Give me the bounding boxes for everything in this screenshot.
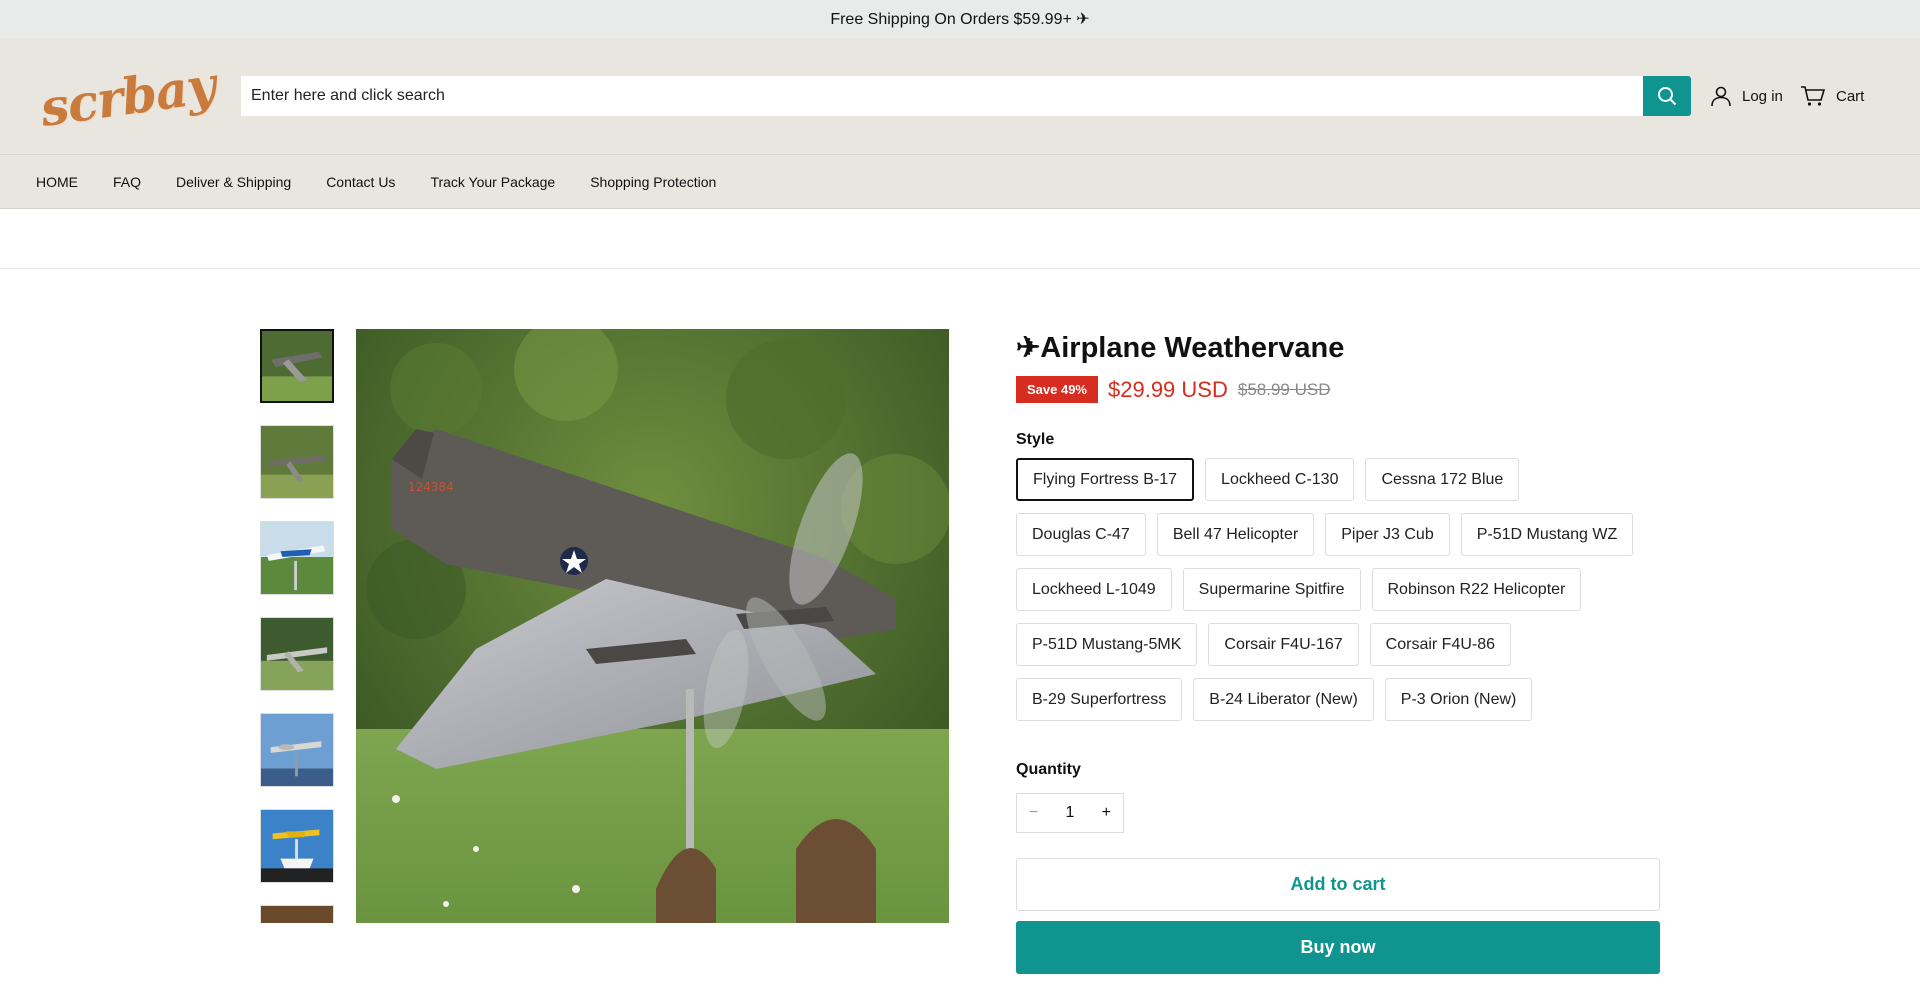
search-bar (241, 76, 1691, 116)
style-option[interactable]: Lockheed C-130 (1205, 458, 1355, 501)
thumbnail-list (260, 329, 336, 923)
thumbnail-image (261, 906, 333, 923)
nav-item-shipping[interactable]: Deliver & Shipping (176, 174, 291, 190)
add-to-cart-button[interactable]: Add to cart (1016, 858, 1660, 911)
announcement-text: Free Shipping On Orders $59.99+ ✈ (830, 11, 1090, 28)
style-option[interactable]: B-29 Superfortress (1016, 678, 1183, 721)
thumbnail-image (262, 331, 332, 401)
nav-item-contact[interactable]: Contact Us (326, 174, 395, 190)
quantity-value[interactable]: 1 (1066, 804, 1075, 822)
thumbnail-image (261, 522, 333, 594)
login-label: Log in (1742, 87, 1783, 105)
style-option[interactable]: P-51D Mustang-5MK (1016, 623, 1198, 666)
thumbnail-4[interactable] (260, 617, 334, 691)
svg-text:124384: 124384 (408, 480, 454, 494)
search-button[interactable] (1643, 76, 1691, 116)
site-header: scrbay Log in Cart (0, 38, 1920, 155)
breadcrumb-area (0, 209, 1920, 269)
search-input[interactable] (241, 76, 1643, 116)
login-link[interactable]: Log in (1710, 76, 1783, 116)
quantity-label: Quantity (1016, 761, 1081, 778)
thumbnail-image (261, 618, 333, 690)
style-option[interactable]: P-3 Orion (New) (1384, 678, 1533, 721)
product-title: ✈Airplane Weathervane (1016, 332, 1345, 364)
cart-icon (1801, 86, 1826, 106)
announcement-bar: Free Shipping On Orders $59.99+ ✈ (0, 0, 1920, 38)
site-logo[interactable]: scrbay (37, 55, 219, 138)
nav-item-home[interactable]: HOME (36, 174, 78, 190)
logo-text: scrbay (36, 54, 219, 138)
airplane-weathervane-photo: 124384 (356, 329, 949, 923)
thumbnail-image (261, 426, 333, 498)
nav-item-faq[interactable]: FAQ (113, 174, 141, 190)
buy-now-button[interactable]: Buy now (1016, 921, 1660, 974)
style-options: Flying Fortress B-17 Lockheed C-130 Cess… (1016, 458, 1661, 723)
main-nav: HOME FAQ Deliver & Shipping Contact Us T… (0, 155, 1920, 209)
price-row: Save 49% $29.99 USD $58.99 USD (1016, 376, 1661, 403)
thumbnail-6[interactable] (260, 809, 334, 883)
style-option[interactable]: Supermarine Spitfire (1182, 568, 1361, 611)
style-option[interactable]: Flying Fortress B-17 (1016, 458, 1195, 501)
cart-link[interactable]: Cart (1800, 76, 1864, 116)
sale-price: $29.99 USD (1108, 376, 1228, 402)
compare-price: $58.99 USD (1237, 379, 1331, 399)
style-option[interactable]: Cessna 172 Blue (1365, 458, 1520, 501)
thumbnail-5[interactable] (260, 713, 334, 787)
main-product-image[interactable]: 124384 (356, 329, 949, 923)
thumbnail-image (261, 810, 333, 882)
style-option[interactable]: Douglas C-47 (1016, 513, 1146, 556)
save-badge: Save 49% (1016, 376, 1098, 403)
nav-item-protection[interactable]: Shopping Protection (590, 174, 716, 190)
nav-item-track[interactable]: Track Your Package (430, 174, 555, 190)
cart-label: Cart (1836, 87, 1865, 105)
style-option[interactable]: Corsair F4U-86 (1369, 623, 1512, 666)
user-icon (1711, 86, 1731, 107)
thumbnail-2[interactable] (260, 425, 334, 499)
product-section: 124384 ✈Airplane Weathervane Save 49% $2… (0, 269, 1920, 989)
style-option[interactable]: Corsair F4U-167 (1208, 623, 1359, 666)
search-icon (1658, 87, 1677, 106)
thumbnail-image (261, 714, 333, 786)
style-option[interactable]: Bell 47 Helicopter (1156, 513, 1315, 556)
style-option[interactable]: Piper J3 Cub (1325, 513, 1450, 556)
style-option[interactable]: Robinson R22 Helicopter (1371, 568, 1582, 611)
style-option[interactable]: Lockheed L-1049 (1016, 568, 1172, 611)
thumbnail-1[interactable] (260, 329, 334, 403)
style-option[interactable]: P-51D Mustang WZ (1460, 513, 1634, 556)
quantity-increase-button[interactable]: + (1102, 804, 1111, 822)
quantity-stepper: − 1 + (1016, 793, 1124, 833)
product-info: ✈Airplane Weathervane Save 49% $29.99 US… (1016, 329, 1661, 974)
style-option[interactable]: B-24 Liberator (New) (1193, 678, 1374, 721)
thumbnail-7[interactable] (260, 905, 334, 923)
quantity-decrease-button[interactable]: − (1029, 804, 1038, 822)
style-label: Style (1016, 431, 1055, 448)
thumbnail-3[interactable] (260, 521, 334, 595)
